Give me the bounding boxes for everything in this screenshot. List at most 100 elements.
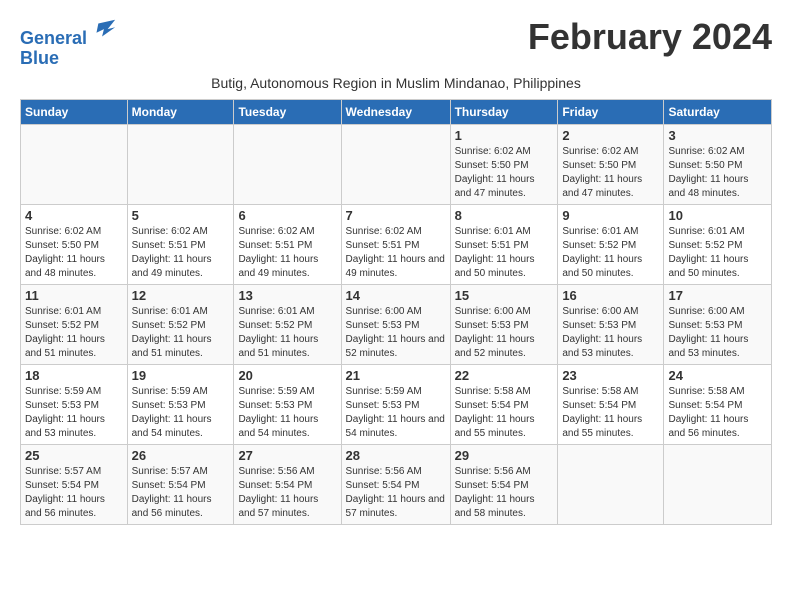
header: General Blue February 2024 — [20, 16, 772, 69]
day-number: 10 — [668, 208, 767, 223]
day-info: Sunrise: 5:57 AM Sunset: 5:54 PM Dayligh… — [132, 465, 230, 521]
col-header-thursday: Thursday — [450, 99, 558, 124]
col-header-wednesday: Wednesday — [341, 99, 450, 124]
calendar-header-row: SundayMondayTuesdayWednesdayThursdayFrid… — [21, 99, 772, 124]
day-cell: 6Sunrise: 6:02 AM Sunset: 5:51 PM Daylig… — [234, 204, 341, 284]
day-info: Sunrise: 5:56 AM Sunset: 5:54 PM Dayligh… — [238, 465, 336, 521]
col-header-sunday: Sunday — [21, 99, 128, 124]
title-block: February 2024 — [528, 16, 772, 58]
week-row-4: 18 Sunrise: 5:59 AM Sunset: 5:53 PM Dayli… — [21, 364, 772, 444]
day-cell: 24 Sunrise: 5:58 AM Sunset: 5:54 PM Dayli… — [664, 364, 772, 444]
day-info: Sunrise: 5:58 AM Sunset: 5:54 PM Dayligh… — [562, 385, 659, 441]
day-info: Sunrise: 6:01 AM Sunset: 5:51 PM Dayligh… — [455, 225, 554, 281]
day-number: 2 — [562, 128, 659, 143]
day-cell: 15 Sunrise: 6:00 AM Sunset: 5:53 PM Dayli… — [450, 284, 558, 364]
day-number: 3 — [668, 128, 767, 143]
day-number: 27 — [238, 448, 336, 463]
logo: General Blue — [20, 16, 117, 69]
day-info: Sunrise: 6:02 AM Sunset: 5:51 PM Dayligh… — [238, 225, 336, 281]
day-info: Sunrise: 5:59 AM Sunset: 5:53 PM Dayligh… — [238, 385, 336, 441]
day-cell: 27 Sunrise: 5:56 AM Sunset: 5:54 PM Dayli… — [234, 444, 341, 524]
day-info: Sunrise: 6:02 AM Sunset: 5:51 PM Dayligh… — [346, 225, 446, 281]
day-info: Sunrise: 6:01 AM Sunset: 5:52 PM Dayligh… — [238, 305, 336, 361]
logo-bird-icon — [89, 16, 117, 44]
day-cell — [664, 444, 772, 524]
day-info: Sunrise: 6:00 AM Sunset: 5:53 PM Dayligh… — [455, 305, 554, 361]
day-number: 20 — [238, 368, 336, 383]
day-info: Sunrise: 5:59 AM Sunset: 5:53 PM Dayligh… — [25, 385, 123, 441]
day-number: 9 — [562, 208, 659, 223]
subtitle: Butig, Autonomous Region in Muslim Minda… — [20, 75, 772, 91]
day-number: 16 — [562, 288, 659, 303]
week-row-1: 1 Sunrise: 6:02 AM Sunset: 5:50 PM Daylig… — [21, 124, 772, 204]
day-cell: 7 Sunrise: 6:02 AM Sunset: 5:51 PM Daylig… — [341, 204, 450, 284]
day-cell: 8 Sunrise: 6:01 AM Sunset: 5:51 PM Daylig… — [450, 204, 558, 284]
day-number: 28 — [346, 448, 446, 463]
day-cell: 22Sunrise: 5:58 AM Sunset: 5:54 PM Dayli… — [450, 364, 558, 444]
day-cell: 2 Sunrise: 6:02 AM Sunset: 5:50 PM Daylig… — [558, 124, 664, 204]
day-info: Sunrise: 5:56 AM Sunset: 5:54 PM Dayligh… — [455, 465, 554, 521]
day-number: 13 — [238, 288, 336, 303]
day-cell — [558, 444, 664, 524]
day-cell: 4Sunrise: 6:02 AM Sunset: 5:50 PM Daylig… — [21, 204, 128, 284]
day-info: Sunrise: 5:58 AM Sunset: 5:54 PM Dayligh… — [455, 385, 554, 441]
day-number: 18 — [25, 368, 123, 383]
day-cell: 19Sunrise: 5:59 AM Sunset: 5:53 PM Dayli… — [127, 364, 234, 444]
day-info: Sunrise: 6:00 AM Sunset: 5:53 PM Dayligh… — [346, 305, 446, 361]
day-cell: 3Sunrise: 6:02 AM Sunset: 5:50 PM Daylig… — [664, 124, 772, 204]
day-info: Sunrise: 6:01 AM Sunset: 5:52 PM Dayligh… — [25, 305, 123, 361]
day-cell: 11 Sunrise: 6:01 AM Sunset: 5:52 PM Dayli… — [21, 284, 128, 364]
day-cell: 29 Sunrise: 5:56 AM Sunset: 5:54 PM Dayli… — [450, 444, 558, 524]
day-cell: 9Sunrise: 6:01 AM Sunset: 5:52 PM Daylig… — [558, 204, 664, 284]
week-row-5: 25 Sunrise: 5:57 AM Sunset: 5:54 PM Dayli… — [21, 444, 772, 524]
day-cell: 18 Sunrise: 5:59 AM Sunset: 5:53 PM Dayli… — [21, 364, 128, 444]
day-number: 21 — [346, 368, 446, 383]
day-number: 1 — [455, 128, 554, 143]
day-info: Sunrise: 5:56 AM Sunset: 5:54 PM Dayligh… — [346, 465, 446, 521]
day-number: 29 — [455, 448, 554, 463]
day-cell: 14 Sunrise: 6:00 AM Sunset: 5:53 PM Dayli… — [341, 284, 450, 364]
day-info: Sunrise: 5:59 AM Sunset: 5:53 PM Dayligh… — [346, 385, 446, 441]
day-cell: 28 Sunrise: 5:56 AM Sunset: 5:54 PM Dayli… — [341, 444, 450, 524]
day-info: Sunrise: 5:58 AM Sunset: 5:54 PM Dayligh… — [668, 385, 767, 441]
day-number: 14 — [346, 288, 446, 303]
col-header-saturday: Saturday — [664, 99, 772, 124]
day-number: 5 — [132, 208, 230, 223]
day-cell — [341, 124, 450, 204]
day-cell: 16 Sunrise: 6:00 AM Sunset: 5:53 PM Dayli… — [558, 284, 664, 364]
col-header-monday: Monday — [127, 99, 234, 124]
day-cell — [127, 124, 234, 204]
day-number: 17 — [668, 288, 767, 303]
logo-text: General Blue — [20, 16, 117, 69]
day-cell — [21, 124, 128, 204]
day-number: 15 — [455, 288, 554, 303]
col-header-tuesday: Tuesday — [234, 99, 341, 124]
col-header-friday: Friday — [558, 99, 664, 124]
day-info: Sunrise: 6:00 AM Sunset: 5:53 PM Dayligh… — [562, 305, 659, 361]
day-number: 4 — [25, 208, 123, 223]
day-cell: 23Sunrise: 5:58 AM Sunset: 5:54 PM Dayli… — [558, 364, 664, 444]
day-cell: 5Sunrise: 6:02 AM Sunset: 5:51 PM Daylig… — [127, 204, 234, 284]
day-number: 24 — [668, 368, 767, 383]
day-info: Sunrise: 6:02 AM Sunset: 5:50 PM Dayligh… — [562, 145, 659, 201]
day-cell: 1Sunrise: 6:02 AM Sunset: 5:50 PM Daylig… — [450, 124, 558, 204]
day-number: 11 — [25, 288, 123, 303]
day-info: Sunrise: 5:57 AM Sunset: 5:54 PM Dayligh… — [25, 465, 123, 521]
day-cell: 12Sunrise: 6:01 AM Sunset: 5:52 PM Dayli… — [127, 284, 234, 364]
day-number: 7 — [346, 208, 446, 223]
day-info: Sunrise: 6:01 AM Sunset: 5:52 PM Dayligh… — [668, 225, 767, 281]
day-info: Sunrise: 6:00 AM Sunset: 5:53 PM Dayligh… — [668, 305, 767, 361]
week-row-2: 4Sunrise: 6:02 AM Sunset: 5:50 PM Daylig… — [21, 204, 772, 284]
day-cell: 20 Sunrise: 5:59 AM Sunset: 5:53 PM Dayli… — [234, 364, 341, 444]
day-cell: 17 Sunrise: 6:00 AM Sunset: 5:53 PM Dayli… — [664, 284, 772, 364]
day-info: Sunrise: 5:59 AM Sunset: 5:53 PM Dayligh… — [132, 385, 230, 441]
day-cell: 13 Sunrise: 6:01 AM Sunset: 5:52 PM Dayli… — [234, 284, 341, 364]
day-number: 26 — [132, 448, 230, 463]
day-cell — [234, 124, 341, 204]
day-number: 8 — [455, 208, 554, 223]
month-title: February 2024 — [528, 16, 772, 58]
day-number: 25 — [25, 448, 123, 463]
week-row-3: 11 Sunrise: 6:01 AM Sunset: 5:52 PM Dayli… — [21, 284, 772, 364]
day-cell: 26 Sunrise: 5:57 AM Sunset: 5:54 PM Dayli… — [127, 444, 234, 524]
day-info: Sunrise: 6:01 AM Sunset: 5:52 PM Dayligh… — [132, 305, 230, 361]
